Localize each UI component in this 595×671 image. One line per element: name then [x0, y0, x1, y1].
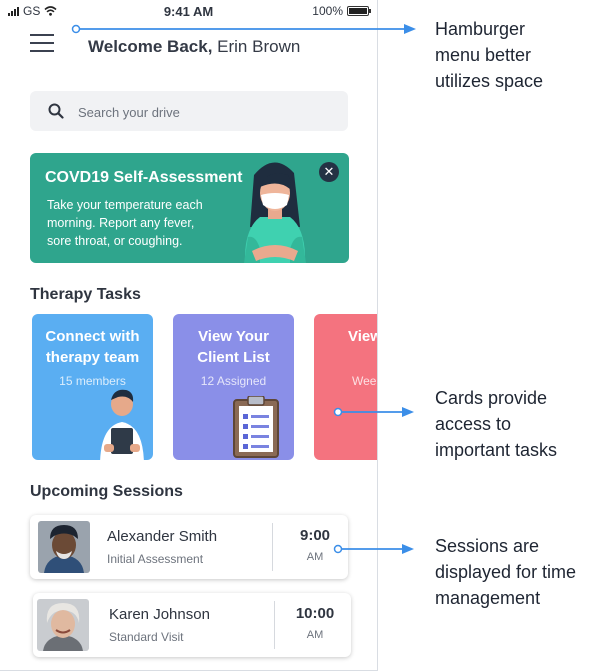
close-banner-button[interactable]: ✕ [319, 162, 339, 182]
task-card-title: Connect with therapy team [45, 328, 140, 366]
greeting: Welcome Back, [88, 37, 213, 56]
clipboard-icon [233, 396, 279, 458]
task-card-subtitle: 12 Assigned [200, 374, 267, 388]
task-card-title: View Prod [348, 328, 377, 345]
session-row[interactable]: Karen Johnson Standard Visit 10:00 AM [33, 593, 351, 657]
team-member-illustration [100, 389, 144, 460]
annotation-arrow-cards [333, 407, 414, 417]
covid-banner-title: COVD19 Self-Assessment [45, 169, 243, 186]
battery-percent: 100% [312, 4, 343, 18]
user-name: Erin Brown [217, 37, 301, 56]
task-card-client-list[interactable]: View Your Client List 12 Assigned [173, 314, 294, 460]
task-card-title: View Your Client List [197, 328, 270, 366]
task-card-subtitle: Wee [352, 374, 377, 388]
covid-banner[interactable]: COVD19 Self-Assessment Take your tempera… [30, 153, 349, 263]
session-divider [274, 601, 275, 649]
nurse-illustration [244, 162, 306, 263]
upcoming-sessions-title: Upcoming Sessions [30, 483, 183, 500]
search-icon [48, 103, 64, 119]
covid-banner-body: Take your temperature each morning. Repo… [47, 198, 203, 248]
therapy-tasks-title: Therapy Tasks [30, 286, 141, 303]
task-card-connect-team[interactable]: Connect with therapy team 15 members [32, 314, 153, 460]
annotation-arrow-hamburger [71, 24, 416, 34]
annotation-cards: Cards provide access to important tasks [435, 388, 558, 460]
phone-screen: GS 9:41 AM 100% Welcome Back, Erin Brown… [0, 0, 378, 671]
session-divider [272, 523, 273, 571]
session-client-name: Karen Johnson [109, 606, 210, 623]
session-type: Initial Assessment [107, 552, 204, 566]
search-input[interactable] [76, 99, 340, 125]
avatar [37, 599, 89, 651]
session-time: 10:00 [295, 605, 335, 622]
session-type: Standard Visit [109, 630, 184, 644]
avatar [38, 521, 90, 573]
hamburger-menu-button[interactable] [30, 34, 54, 52]
session-ampm: AM [306, 629, 324, 641]
task-card-productivity[interactable]: View Prod Wee [314, 314, 377, 460]
search-bar[interactable] [30, 91, 348, 131]
annotation-sessions: Sessions are displayed for time manageme… [435, 536, 577, 608]
session-row[interactable]: Alexander Smith Initial Assessment 9:00 … [30, 515, 348, 579]
annotation-arrow-sessions [333, 544, 414, 554]
welcome-text: Welcome Back, Erin Brown [88, 37, 300, 57]
status-bar: GS 9:41 AM 100% [0, 0, 377, 22]
session-client-name: Alexander Smith [107, 528, 218, 545]
battery-icon [347, 6, 371, 16]
annotation-hamburger: Hamburger menu better utilizes space [435, 19, 544, 91]
status-right: 100% [312, 4, 371, 18]
